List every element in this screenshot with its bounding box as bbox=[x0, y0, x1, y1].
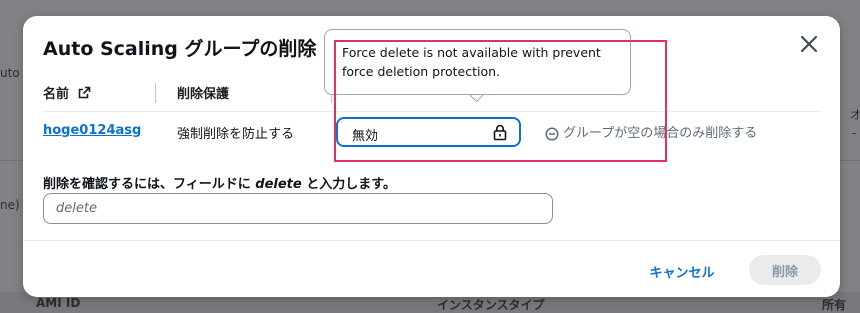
dialog-title: Auto Scaling グループの削除 bbox=[43, 38, 317, 60]
force-delete-value: 無効 bbox=[352, 129, 379, 144]
backdrop-divider bbox=[0, 160, 23, 161]
confirm-label-suffix: と入力します。 bbox=[301, 177, 396, 192]
backdrop-divider bbox=[840, 160, 860, 161]
backdrop-text: ne) bbox=[0, 198, 20, 212]
confirm-label: 削除を確認するには、フィールドに delete と入力します。 bbox=[43, 173, 396, 192]
backdrop-text: オ bbox=[850, 108, 860, 122]
minus-circle-icon bbox=[545, 126, 559, 141]
column-divider bbox=[155, 83, 156, 103]
backdrop-col-owner: 所有 bbox=[822, 298, 847, 312]
delete-only-if-empty-option: グループが空の場合のみ削除する bbox=[545, 122, 757, 141]
backdrop-col-instance-type: インスタンスタイプ bbox=[437, 298, 545, 312]
backdrop-col-ami: AMI ID bbox=[36, 296, 81, 310]
external-link-icon bbox=[78, 86, 90, 99]
header-divider bbox=[43, 111, 820, 112]
backdrop-text: uto bbox=[0, 66, 20, 80]
confirm-keyword: delete bbox=[255, 177, 302, 192]
confirm-label-prefix: 削除を確認するには、フィールドに bbox=[43, 177, 256, 192]
force-delete-tooltip: Force delete is not available with preve… bbox=[324, 29, 631, 95]
column-header-protection: 削除保護 bbox=[177, 87, 230, 102]
option-label: グループが空の場合のみ削除する bbox=[563, 126, 758, 141]
confirm-delete-input[interactable] bbox=[43, 193, 553, 224]
column-header-name-label: 名前 bbox=[43, 87, 70, 102]
close-icon bbox=[800, 35, 818, 53]
asg-name-link[interactable]: hoge0124asg bbox=[43, 123, 141, 138]
lock-icon bbox=[493, 124, 507, 141]
protection-value: 強制削除を防止する bbox=[177, 127, 295, 142]
force-delete-select[interactable]: 無効 bbox=[336, 117, 521, 147]
footer-divider bbox=[23, 240, 840, 241]
backdrop-text: - bbox=[852, 126, 857, 140]
column-header-name: 名前 bbox=[43, 83, 91, 102]
close-button[interactable] bbox=[798, 33, 820, 55]
delete-button[interactable]: 削除 bbox=[749, 255, 821, 285]
cancel-button[interactable]: キャンセル bbox=[635, 256, 729, 286]
